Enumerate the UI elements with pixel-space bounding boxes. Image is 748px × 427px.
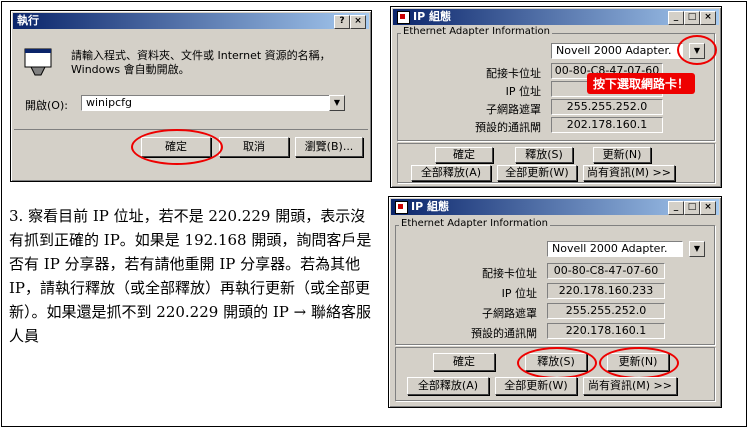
subnet-label: 子網路遮罩 <box>482 307 537 320</box>
release-all-button[interactable]: 全部釋放(A) <box>407 377 489 395</box>
ip-label: IP 位址 <box>505 85 541 98</box>
ip-icon <box>395 200 408 214</box>
ipconfig-window-bottom: IP 組態 _ □ × Ethernet Adapter Information… <box>388 196 722 408</box>
subnet-label: 子網路遮罩 <box>486 103 541 116</box>
renew-highlight-circle <box>599 347 679 379</box>
ipconfig-top-titlebar: IP 組態 _ □ × <box>393 9 719 25</box>
run-dialog-title: 執行 <box>17 14 39 27</box>
more-info-button[interactable]: 尚有資訊(M) >> <box>583 377 677 395</box>
ip-icon <box>397 10 410 24</box>
adapter-select[interactable]: Novell 2000 Adapter. <box>551 43 683 59</box>
open-label: 開啟(O): <box>25 99 68 112</box>
ok-button[interactable]: 確定 <box>435 147 493 163</box>
maximize-button[interactable]: □ <box>684 201 700 215</box>
close-button[interactable]: × <box>700 201 716 215</box>
adapter-dropdown-button[interactable]: ▼ <box>689 241 705 257</box>
gateway-value: 220.178.160.1 <box>547 323 665 339</box>
close-button[interactable]: × <box>350 15 366 29</box>
subnet-value: 255.255.252.0 <box>551 99 663 115</box>
ip-value: 220.178.160.233 <box>547 283 665 299</box>
renew-all-button[interactable]: 全部更新(W) <box>497 165 577 181</box>
ipconfig-top-title: IP 組態 <box>413 10 451 23</box>
mac-label: 配接卡位址 <box>482 267 537 280</box>
gateway-label: 預設的通訊閘 <box>471 327 537 340</box>
minimize-button[interactable]: _ <box>668 11 684 25</box>
open-dropdown-button[interactable]: ▼ <box>329 95 345 111</box>
renew-button[interactable]: 更新(N) <box>593 147 651 163</box>
run-dialog-titlebar: 執行 ? × <box>13 13 369 29</box>
instructions-text: 3. 察看目前 IP 位址，若不是 220.229 開頭，表示沒有抓到正確的 I… <box>9 207 372 345</box>
release-all-button[interactable]: 全部釋放(A) <box>411 165 491 181</box>
subnet-value: 255.255.252.0 <box>547 303 665 319</box>
ok-button[interactable]: 確定 <box>433 353 495 371</box>
gateway-value: 202.178.160.1 <box>551 117 663 133</box>
adapter-select[interactable]: Novell 2000 Adapter. <box>547 241 683 257</box>
close-button[interactable]: × <box>700 11 716 25</box>
cancel-button[interactable]: 取消 <box>219 137 289 157</box>
run-dialog: 執行 ? × 請輸入程式、資料夾、文件或 Internet 資源的名稱，Wind… <box>10 10 372 182</box>
run-icon <box>23 47 53 77</box>
run-description: 請輸入程式、資料夾、文件或 Internet 資源的名稱，Windows 會自動… <box>71 49 331 76</box>
mac-label: 配接卡位址 <box>486 67 541 80</box>
release-button[interactable]: 釋放(S) <box>515 147 573 163</box>
dropdown-highlight-circle <box>677 35 717 65</box>
release-highlight-circle <box>517 347 597 379</box>
ok-highlight-circle <box>131 129 223 165</box>
mac-value: 00-80-C8-47-07-60 <box>547 263 665 279</box>
adapter-group-label: Ethernet Adapter Information <box>399 218 550 229</box>
ipconfig-bottom-titlebar: IP 組態 _ □ × <box>391 199 719 215</box>
gateway-label: 預設的通訊閘 <box>475 121 541 134</box>
ip-label: IP 位址 <box>501 287 537 300</box>
ipconfig-bottom-title: IP 組態 <box>411 200 449 213</box>
ipconfig-window-top: IP 組態 _ □ × Ethernet Adapter Information… <box>390 6 722 188</box>
minimize-button[interactable]: _ <box>668 201 684 215</box>
open-input[interactable]: winipcfg <box>81 95 331 111</box>
select-adapter-callout: 按下選取網路卡！ <box>587 73 696 94</box>
more-info-button[interactable]: 尚有資訊(M) >> <box>583 165 675 181</box>
maximize-button[interactable]: □ <box>684 11 700 25</box>
adapter-group-label: Ethernet Adapter Information <box>401 26 552 37</box>
help-button[interactable]: ? <box>334 15 350 29</box>
browse-button[interactable]: 瀏覽(B)... <box>295 137 363 157</box>
renew-all-button[interactable]: 全部更新(W) <box>495 377 577 395</box>
